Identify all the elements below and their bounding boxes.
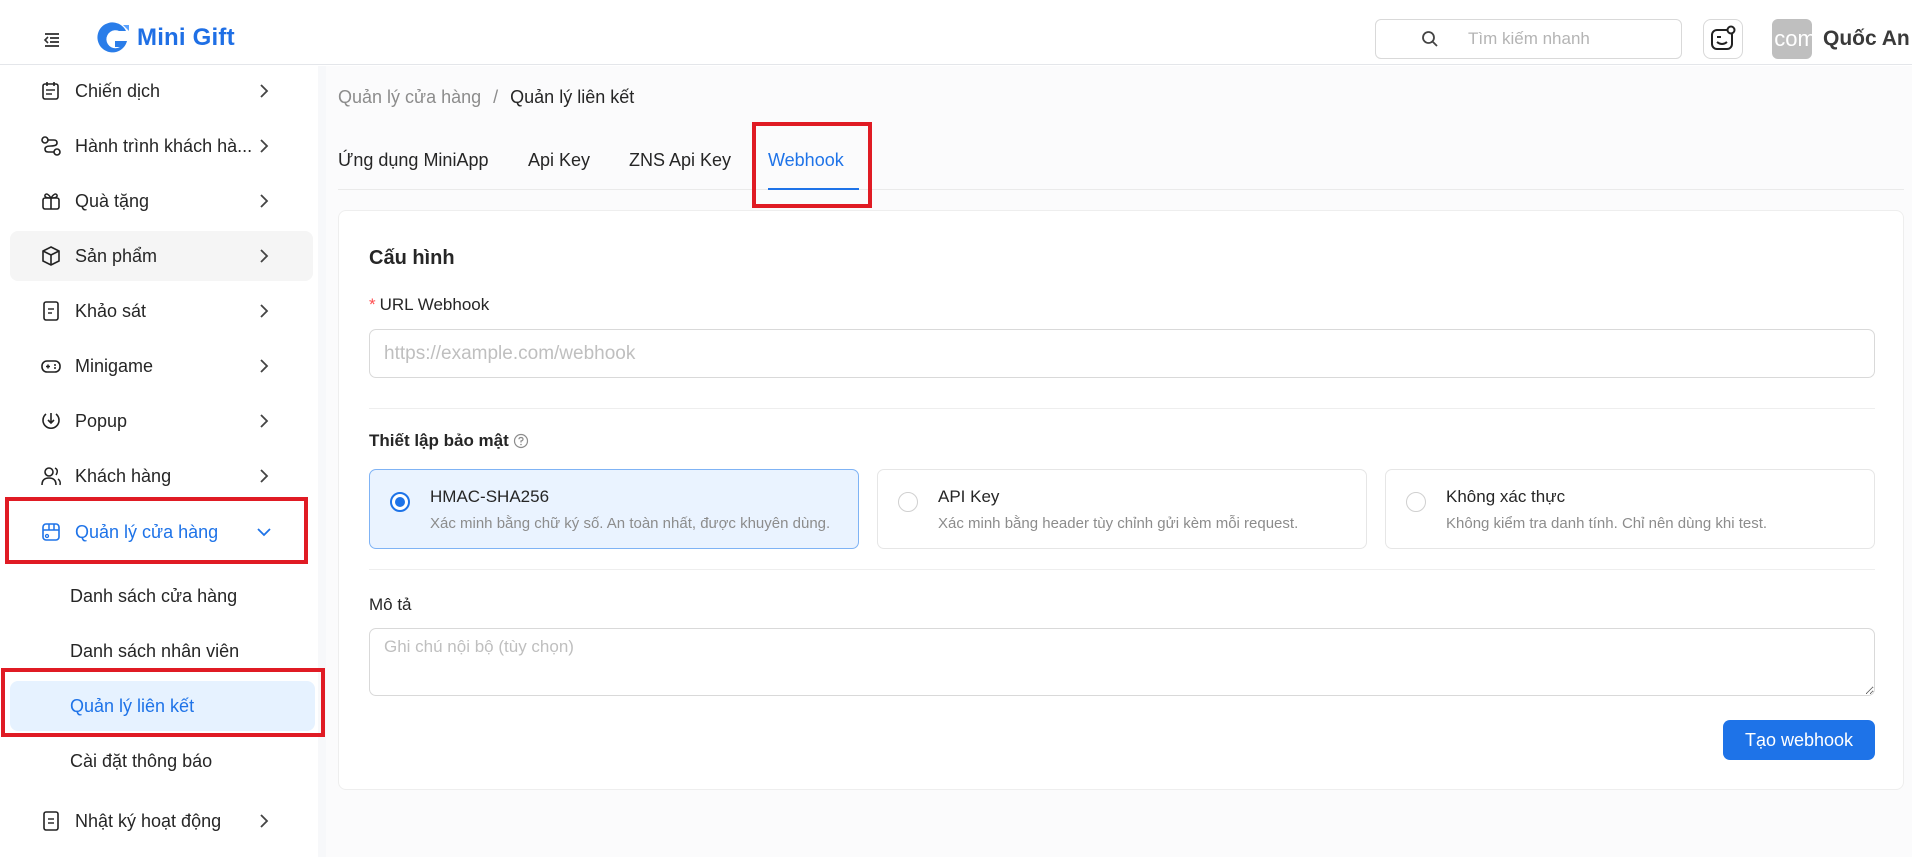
help-icon[interactable] [513, 433, 529, 449]
store-icon [42, 523, 60, 541]
sidebar: Chiến dịch Hành trình khách hà... Quà tặ… [0, 66, 318, 857]
tab-zns-api-key[interactable]: ZNS Api Key [629, 150, 731, 171]
required-mark: * [369, 295, 376, 314]
sidebar-item-label: Chiến dịch [75, 80, 161, 101]
webhook-url-input[interactable] [369, 329, 1875, 378]
sidebar-item-label: Nhật ký hoạt động [75, 810, 222, 831]
create-webhook-button[interactable]: Tạo webhook [1723, 720, 1875, 760]
sidebar-item-popup[interactable]: Popup [10, 396, 313, 446]
menu-collapse-icon[interactable] [42, 30, 62, 50]
chevron-right-icon [260, 814, 269, 828]
sidebar-item-label: Sản phẩm [75, 245, 158, 266]
chevron-right-icon [260, 194, 269, 208]
sidebar-divider [318, 66, 326, 857]
option-description: Không kiểm tra danh tính. Chỉ nên dùng k… [1446, 515, 1768, 532]
users-icon [41, 467, 61, 486]
tab-bar: Ứng dụng MiniApp Api Key ZNS Api Key Web… [338, 140, 1904, 190]
sidebar-subitem-staff-list[interactable]: Danh sách nhân viên [10, 626, 315, 676]
sidebar-subitem-label: Cài đặt thông báo [70, 750, 213, 771]
active-tab-indicator [768, 188, 859, 190]
user-avatar[interactable]: com [1772, 19, 1812, 59]
option-title: HMAC-SHA256 [430, 487, 550, 506]
section-divider [369, 408, 1875, 409]
security-option-hmac[interactable]: HMAC-SHA256 Xác minh bằng chữ ký số. An … [369, 469, 859, 549]
security-option-no-auth[interactable]: Không xác thực Không kiểm tra danh tính.… [1385, 469, 1875, 549]
sidebar-item-label: Khách hàng [75, 465, 172, 486]
security-title-text: Thiết lập bảo mật [369, 431, 509, 450]
log-icon [43, 811, 59, 831]
chevron-right-icon [260, 414, 269, 428]
card-title: Cấu hình [369, 247, 455, 269]
sidebar-subitem-store-list[interactable]: Danh sách cửa hàng [10, 571, 315, 621]
quick-search[interactable] [1375, 19, 1682, 59]
search-input[interactable] [1468, 29, 1668, 49]
security-settings-title: Thiết lập bảo mật [369, 431, 529, 451]
top-header: Mini Gift com Quốc An [0, 0, 1912, 65]
sidebar-item-label: Quản lý cửa hàng [75, 521, 219, 542]
radio-button[interactable] [1406, 492, 1426, 512]
sidebar-subitem-label: Danh sách cửa hàng [70, 585, 238, 606]
campaign-icon [42, 82, 59, 100]
gamepad-icon [41, 360, 61, 373]
sidebar-item-label: Popup [75, 410, 128, 431]
sidebar-item-label: Hành trình khách hà... [75, 135, 253, 156]
sidebar-item-minigame[interactable]: Minigame [10, 341, 313, 391]
sidebar-item-campaigns[interactable]: Chiến dịch [10, 66, 313, 116]
journey-icon [41, 136, 61, 156]
chevron-right-icon [260, 249, 269, 263]
logo-mark-icon [97, 22, 129, 53]
option-description: Xác minh bằng chữ ký số. An toàn nhất, đ… [430, 515, 831, 532]
description-textarea[interactable] [369, 628, 1875, 696]
webhook-config-card: Cấu hình *URL Webhook Thiết lập bảo mật … [338, 210, 1904, 790]
section-divider [369, 569, 1875, 570]
app-name: Mini Gift [137, 24, 235, 51]
sidebar-subitem-notification-settings[interactable]: Cài đặt thông báo [10, 736, 315, 786]
box-icon [42, 246, 60, 266]
user-name[interactable]: Quốc An [1823, 27, 1910, 51]
chevron-down-icon [257, 528, 271, 537]
radio-button[interactable] [898, 492, 918, 512]
tab-miniapp[interactable]: Ứng dụng MiniApp [338, 150, 488, 171]
sidebar-subitem-link-management[interactable]: Quản lý liên kết [10, 681, 315, 731]
sidebar-item-label: Quà tặng [75, 190, 150, 211]
breadcrumb-parent[interactable]: Quản lý cửa hàng [338, 87, 481, 108]
app-logo[interactable]: Mini Gift [93, 18, 235, 58]
tab-webhook[interactable]: Webhook [768, 150, 844, 171]
survey-icon [43, 301, 59, 321]
search-icon [1422, 31, 1438, 47]
radio-button[interactable] [390, 492, 410, 512]
sidebar-item-store-management[interactable]: Quản lý cửa hàng [10, 507, 313, 557]
sidebar-item-label: Minigame [75, 355, 154, 376]
chevron-right-icon [260, 469, 269, 483]
sidebar-item-products[interactable]: Sản phẩm [10, 231, 313, 281]
chevron-right-icon [260, 139, 269, 153]
sidebar-item-surveys[interactable]: Khảo sát [10, 286, 313, 336]
url-field-label: * URL Webhook [369, 295, 489, 315]
chevron-right-icon [260, 84, 269, 98]
sidebar-subitem-label: Danh sách nhân viên [70, 640, 240, 661]
breadcrumb: Quản lý cửa hàng / Quản lý liên kết [338, 87, 634, 108]
breadcrumb-current: Quản lý liên kết [510, 87, 635, 107]
sidebar-item-activity-log[interactable]: Nhật ký hoạt động [10, 796, 313, 846]
support-chat-button[interactable] [1703, 19, 1743, 59]
url-label-text: URL Webhook [379, 295, 490, 314]
sidebar-item-customers[interactable]: Khách hàng [10, 451, 313, 501]
description-field-label: Mô tả [369, 595, 412, 614]
sidebar-item-customer-journey[interactable]: Hành trình khách hà... [10, 121, 313, 171]
chat-bot-icon [1711, 25, 1736, 50]
security-option-api-key[interactable]: API Key Xác minh bằng header tùy chỉnh g… [877, 469, 1367, 549]
sidebar-subitem-label: Quản lý liên kết [70, 695, 195, 716]
popup-icon [42, 413, 60, 429]
chevron-right-icon [260, 304, 269, 318]
avatar-text: com [1774, 26, 1812, 51]
chevron-right-icon [260, 359, 269, 373]
option-title: Không xác thực [1446, 487, 1566, 506]
tab-api-key[interactable]: Api Key [528, 150, 590, 171]
gift-icon [42, 193, 60, 210]
sidebar-item-label: Khảo sát [75, 300, 147, 321]
option-description: Xác minh bằng header tùy chỉnh gửi kèm m… [938, 515, 1299, 532]
option-title: API Key [938, 487, 1000, 506]
breadcrumb-separator: / [493, 87, 499, 107]
sidebar-item-gifts[interactable]: Quà tặng [10, 176, 313, 226]
